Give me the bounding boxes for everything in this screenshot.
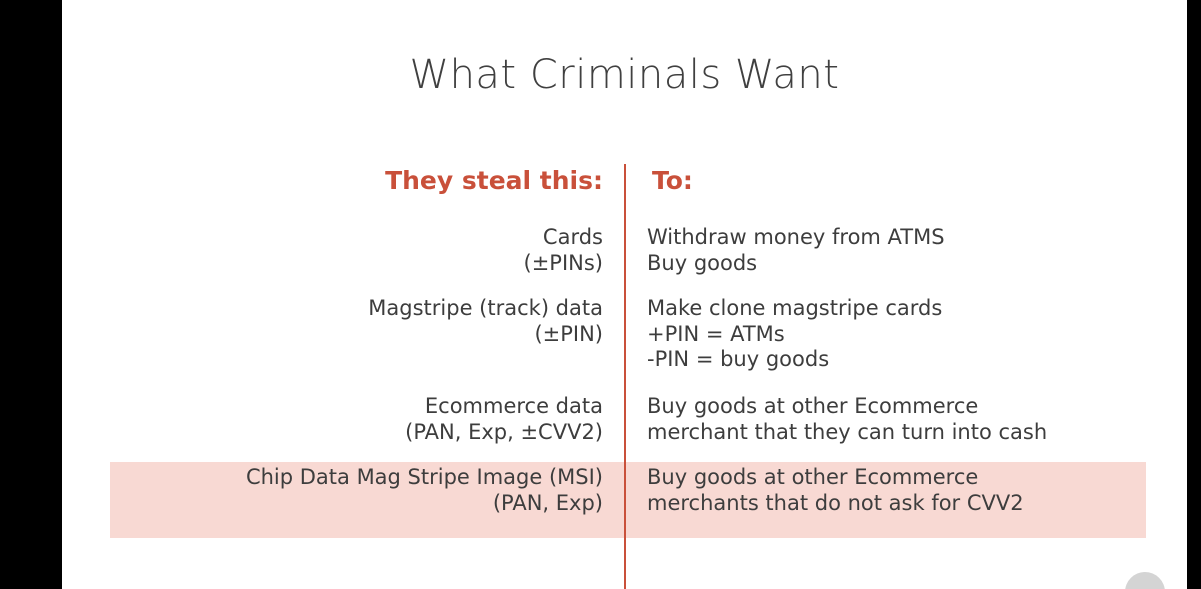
row-to-chip-data: Buy goods at other Ecommerce merchants t…: [647, 465, 1024, 516]
row-to-magstripe: Make clone magstripe cards +PIN = ATMs -…: [647, 296, 942, 373]
row-to-cards: Withdraw money from ATMS Buy goods: [647, 225, 945, 276]
steal-line: (PAN, Exp, ±CVV2): [405, 419, 603, 444]
to-line: Buy goods at other Ecommerce: [647, 394, 979, 418]
slide: What Criminals Want They steal this: To:…: [62, 0, 1187, 589]
to-line: Withdraw money from ATMS: [647, 225, 945, 249]
header-steal: They steal this:: [385, 166, 603, 195]
to-line: Buy goods at other Ecommerce: [647, 465, 979, 489]
slide-title: What Criminals Want: [409, 52, 840, 98]
to-line: Buy goods: [647, 250, 758, 275]
row-steal-chip-data: Chip Data Mag Stripe Image (MSI) (PAN, E…: [246, 465, 603, 516]
to-line: merchant that they can turn into cash: [647, 419, 1048, 444]
to-line: merchants that do not ask for CVV2: [647, 490, 1024, 515]
row-steal-cards: Cards (±PINs): [524, 225, 604, 276]
to-line: +PIN = ATMs: [647, 321, 785, 346]
steal-line: Ecommerce data: [424, 394, 603, 418]
row-steal-ecommerce: Ecommerce data (PAN, Exp, ±CVV2): [405, 394, 603, 445]
steal-line: Magstripe (track) data: [368, 296, 603, 320]
steal-line: (PAN, Exp): [492, 490, 603, 515]
steal-line: Cards: [542, 225, 603, 249]
steal-line: (±PINs): [523, 250, 604, 275]
header-to: To:: [652, 166, 693, 195]
to-line: Make clone magstripe cards: [647, 296, 943, 320]
player-control-icon[interactable]: [1125, 572, 1165, 589]
row-steal-magstripe: Magstripe (track) data (±PIN): [368, 296, 603, 347]
row-to-ecommerce: Buy goods at other Ecommerce merchant th…: [647, 394, 1047, 445]
steal-line: Chip Data Mag Stripe Image (MSI): [245, 465, 603, 489]
to-line: -PIN = buy goods: [647, 347, 830, 371]
right-edge-bar: [1187, 0, 1201, 589]
column-divider: [624, 164, 626, 589]
steal-line: (±PIN): [534, 321, 603, 346]
